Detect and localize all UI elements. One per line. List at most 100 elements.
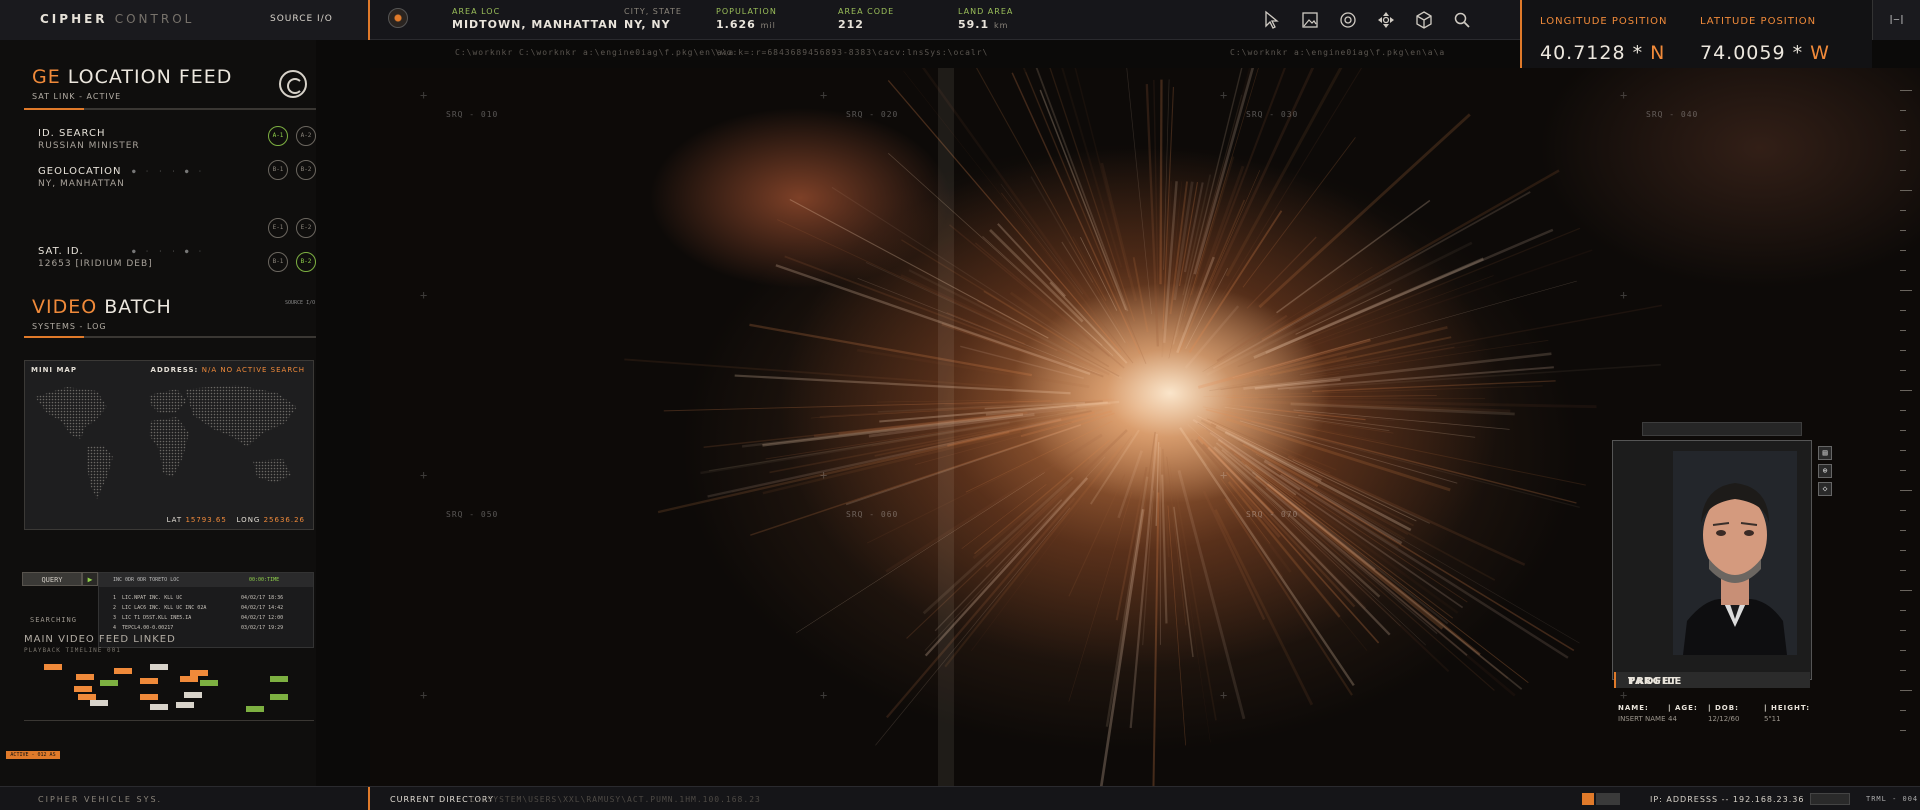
cube-icon[interactable] [1414, 10, 1434, 30]
light-streak [1221, 265, 1345, 354]
timeline-clip[interactable] [140, 694, 158, 700]
timeline-clip[interactable] [76, 674, 94, 680]
image-icon[interactable] [1300, 10, 1320, 30]
timeline-clip[interactable] [180, 676, 198, 682]
search-icon[interactable] [1452, 10, 1472, 30]
timeline-clip[interactable] [44, 664, 62, 670]
light-streak [977, 300, 1120, 377]
grid-crosshair: + [1220, 688, 1228, 702]
record-indicator-icon[interactable] [388, 8, 408, 28]
timeline-clip[interactable] [176, 702, 194, 708]
card-frame [1612, 440, 1812, 680]
ruler-tick [1900, 290, 1912, 291]
target-icon[interactable] [1338, 10, 1358, 30]
satellite-link-icon[interactable] [279, 70, 307, 98]
status-indicator[interactable] [1582, 793, 1594, 805]
timeline-clip[interactable] [74, 686, 92, 692]
target-photo [1673, 451, 1797, 655]
grid-crosshair: + [820, 88, 828, 102]
ruler-tick [1900, 410, 1906, 411]
timeline-clip[interactable] [100, 680, 118, 686]
timeline-clip[interactable] [150, 704, 168, 710]
light-streak [1169, 461, 1211, 743]
profile-dob: | DOB: 12/12/60 [1708, 704, 1740, 723]
app-title: CIPHER CONTROL [40, 12, 195, 26]
channel-pill[interactable]: E-1 [268, 218, 288, 238]
grid-crosshair: + [420, 688, 428, 702]
channel-pill[interactable]: B-2 [296, 160, 316, 180]
section-divider [24, 108, 316, 110]
ruler-tick [1900, 330, 1906, 331]
query-button[interactable]: QUERY [22, 572, 82, 586]
cube-icon[interactable]: ◇ [1818, 482, 1832, 496]
grid-label: SRQ - 030 [1246, 110, 1299, 119]
channel-pill[interactable]: A-2 [296, 126, 316, 146]
status-toggle[interactable] [1596, 793, 1620, 805]
channel-pill[interactable]: E-2 [296, 218, 316, 238]
ruler-tick [1900, 90, 1912, 91]
path-readout-mid: \wo:k=:r=6843689456893-8383\cacv:lnsSys:… [715, 48, 989, 57]
mini-map[interactable]: MINI MAP ADDRESS: N/A NO ACTIVE SEARCH L… [24, 360, 314, 530]
document-icon[interactable]: ▤ [1818, 446, 1832, 460]
timeline-clip[interactable] [270, 676, 288, 682]
searching-status: SEARCHING [30, 616, 77, 624]
terminal-button[interactable] [1810, 793, 1850, 805]
timeline-clip[interactable] [114, 668, 132, 674]
channel-pill[interactable]: B-1 [268, 160, 288, 180]
grid-crosshair: + [1620, 88, 1628, 102]
light-streak [1212, 191, 1531, 370]
list-item[interactable]: 2 LIC LAC6 INC. KLL UC INC 02A 04/02/17 1… [113, 605, 309, 611]
profile-age: | AGE: 44 [1668, 704, 1698, 723]
bottom-status-bar: CIPHER VEHICLE SYS. CURRENT DIRECTORY C:… [0, 786, 1920, 810]
target-icon[interactable]: ⊕ [1818, 464, 1832, 478]
move-icon[interactable] [1376, 10, 1396, 30]
timeline-clip[interactable] [140, 678, 158, 684]
main-video-feed-title: MAIN VIDEO FEED LINKED [24, 634, 176, 645]
pointer-icon[interactable] [1262, 10, 1282, 30]
light-streak [1152, 492, 1160, 786]
source-mini-label: SOURCE I/O [285, 300, 316, 306]
timeline-clip[interactable] [246, 706, 264, 712]
profile-name: NAME: INSERT NAME [1618, 704, 1666, 723]
grid-crosshair: + [820, 468, 828, 482]
list-item[interactable]: 3 LIC T1 D5ST.KLL INE5.IA 04/02/17 12:00 [113, 615, 309, 621]
timeline-clip[interactable] [184, 692, 202, 698]
ruler-tick [1900, 670, 1906, 671]
light-streak [1022, 68, 1117, 291]
longitude-label: LONGITUDE POSITION [1540, 16, 1668, 27]
field-sat-id: SAT. ID. 12653 [IRIDIUM DEB] [38, 246, 153, 269]
channel-pill[interactable]: A-1 [268, 126, 288, 146]
window-corner-control[interactable]: |–| [1872, 0, 1920, 40]
ruler-tick [1900, 150, 1906, 151]
grid-label: SRQ - 070 [1246, 510, 1299, 519]
light-streak [857, 277, 1101, 375]
play-query-button[interactable]: ▶ [82, 572, 98, 586]
brand-block: CIPHER CONTROL SOURCE I/O [0, 0, 370, 40]
stat-city-state: CITY, STATE NY, NY [624, 7, 682, 31]
light-streak [1061, 68, 1123, 268]
ruler-tick [1900, 550, 1906, 551]
current-directory-path: C:\SYSTEM\USERS\XXL\RAMUSY\ACT.PUMN.1HM.… [470, 795, 761, 804]
ruler-tick [1900, 530, 1906, 531]
main-video-feed-subtitle: PLAYBACK TIMELINE 001 [24, 647, 121, 654]
timeline-clip[interactable] [270, 694, 288, 700]
list-item[interactable]: 1 LIC.NPAT INC. KLL UC 04/02/17 18:36 [113, 595, 309, 601]
light-streak [795, 472, 1045, 634]
path-readout-left: C:\worknkr C:\worknkr a:\engine0iag\f.pk… [455, 48, 735, 57]
source-io-button[interactable]: SOURCE I/O [270, 14, 333, 24]
video-batch-subtitle: SYSTEMS - LOG [32, 322, 107, 331]
light-streak [1182, 165, 1245, 333]
timeline-clip[interactable] [90, 700, 108, 706]
ruler-tick [1900, 730, 1906, 731]
channel-pill[interactable]: B-1 [268, 252, 288, 272]
list-item[interactable]: 4 TEPCL4.00-0.00217 03/02/17 19:29 [113, 625, 309, 631]
ruler-tick [1900, 590, 1912, 591]
channel-pill[interactable]: B-2 [296, 252, 316, 272]
location-stats: AREA LOC MIDTOWN, MANHATTAN CITY, STATE … [372, 0, 1520, 40]
mini-map-coords: LAT 15793.65 LONG 25636.26 [166, 516, 305, 524]
grid-label: SRQ - 020 [846, 110, 899, 119]
timeline-clip[interactable] [200, 680, 218, 686]
timeline-clip[interactable] [150, 664, 168, 670]
mini-map-address: ADDRESS: N/A NO ACTIVE SEARCH [150, 366, 305, 374]
grid-crosshair: + [420, 468, 428, 482]
